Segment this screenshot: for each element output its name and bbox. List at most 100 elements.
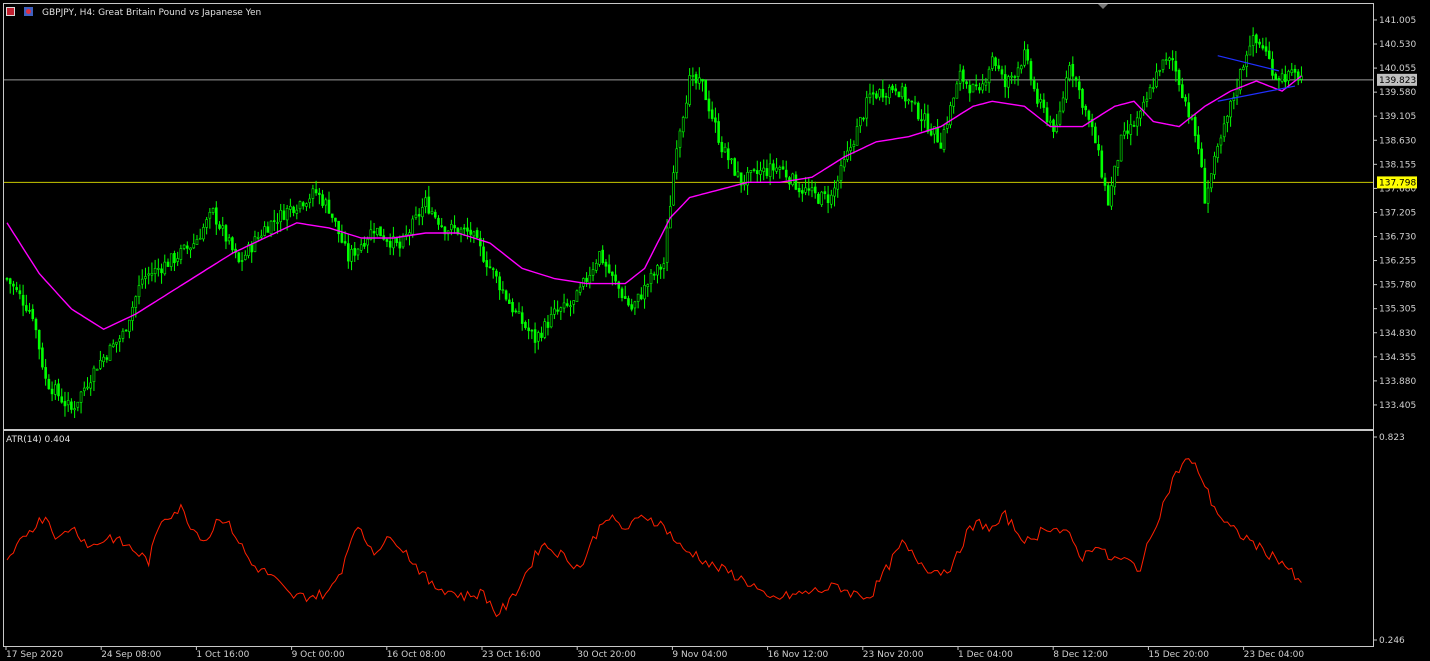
- candle-body: [301, 202, 305, 207]
- candle-body: [1003, 74, 1007, 88]
- atr-tick-label: 0.823: [1379, 433, 1405, 443]
- candle-body: [1190, 117, 1194, 120]
- candle-body: [875, 93, 878, 99]
- candle-body: [730, 158, 733, 161]
- candle-body: [733, 158, 737, 176]
- candle-body: [762, 167, 766, 172]
- candle-body: [862, 117, 865, 120]
- candle-body: [385, 239, 389, 242]
- candle-body: [475, 230, 479, 238]
- candle-body: [652, 273, 656, 276]
- candle-body: [1287, 71, 1290, 81]
- candle-body: [974, 84, 978, 87]
- candle-body: [157, 268, 160, 270]
- candle-body: [640, 294, 643, 300]
- candle-body: [150, 273, 154, 276]
- candle-body: [401, 235, 405, 248]
- candle: [247, 241, 250, 259]
- candle-body: [173, 253, 176, 264]
- candle-body: [1293, 68, 1297, 73]
- candle-body: [784, 169, 788, 178]
- candle-body: [839, 165, 843, 181]
- candle-body: [562, 302, 566, 309]
- candle-body: [891, 85, 894, 91]
- candle-body: [1045, 107, 1049, 123]
- candle-body: [1155, 71, 1158, 87]
- candle-body: [865, 97, 869, 119]
- candle-body: [57, 383, 60, 397]
- time-tick-label: 17 Sep 2020: [6, 650, 63, 660]
- candle-body: [28, 310, 31, 312]
- candle-body: [923, 113, 927, 121]
- candle-body: [810, 187, 814, 192]
- candle-body: [137, 285, 141, 298]
- candle-body: [305, 203, 308, 207]
- candle-body: [34, 318, 38, 331]
- candle-body: [205, 219, 208, 228]
- candle-body: [791, 173, 794, 186]
- candle-body: [1209, 173, 1213, 189]
- candle-body: [688, 75, 691, 105]
- candle-body: [334, 217, 337, 222]
- price-tick: 141.005: [1373, 16, 1416, 26]
- candle-body: [18, 290, 22, 295]
- flag-gb-icon-cross: [7, 8, 14, 15]
- candle-body: [198, 237, 202, 240]
- candle-body: [939, 142, 943, 149]
- candle: [955, 80, 959, 99]
- price-tick-label: 137.205: [1379, 208, 1416, 218]
- candle-body: [224, 225, 228, 242]
- candle-body: [926, 113, 930, 132]
- candle-body: [775, 167, 778, 172]
- candle-body: [1074, 77, 1078, 81]
- candle-body: [453, 225, 456, 229]
- candle-body: [89, 382, 93, 389]
- candle-body: [343, 241, 347, 244]
- time-tick-label: 30 Oct 20:00: [577, 650, 636, 660]
- candle-body: [115, 341, 118, 345]
- candle-body: [1264, 46, 1268, 52]
- candle-body: [778, 167, 782, 170]
- candle-body: [472, 231, 476, 237]
- candle-body: [250, 244, 254, 253]
- time-tick-label: 23 Oct 16:00: [482, 650, 541, 660]
- candle-body: [820, 191, 823, 205]
- chart-canvas[interactable]: 141.005 140.530 140.055 139.580 139.105 138.6…: [0, 0, 1430, 661]
- candle-body: [617, 281, 621, 289]
- candle-body: [1171, 58, 1174, 61]
- candle-body: [437, 217, 440, 225]
- candle-body: [1290, 69, 1294, 74]
- candle-body: [469, 229, 472, 235]
- candle-body: [714, 117, 717, 123]
- candle-body: [1094, 126, 1097, 144]
- candle-body: [1242, 66, 1245, 70]
- candle-body: [73, 408, 76, 411]
- candle-body: [1280, 73, 1284, 82]
- price-tick-label: 133.880: [1379, 377, 1416, 387]
- price-tick-label: 134.355: [1379, 353, 1416, 363]
- candle-body: [900, 86, 904, 98]
- candle-body: [520, 312, 524, 324]
- candle-body: [1177, 69, 1181, 86]
- candle-body: [1271, 58, 1274, 76]
- candle-body: [1216, 146, 1220, 158]
- candle-body: [95, 369, 99, 371]
- candle-body: [801, 190, 804, 194]
- candle-body: [1200, 148, 1203, 168]
- candle-body: [855, 126, 859, 146]
- candle-body: [826, 194, 830, 204]
- candle-body: [878, 89, 881, 98]
- candle: [897, 91, 901, 98]
- price-tick: 134.355: [1373, 353, 1416, 363]
- candle-body: [208, 211, 212, 219]
- candle-body: [504, 290, 508, 300]
- candle-body: [102, 356, 105, 363]
- candle-body: [440, 225, 444, 227]
- time-tick-label: 15 Dec 20:00: [1148, 650, 1209, 660]
- candle-body: [111, 343, 115, 347]
- price-tick-label: 138.630: [1379, 136, 1416, 146]
- candle-body: [781, 166, 785, 170]
- candle-body: [44, 367, 47, 379]
- candle-body: [955, 83, 959, 99]
- candle-body: [904, 86, 907, 102]
